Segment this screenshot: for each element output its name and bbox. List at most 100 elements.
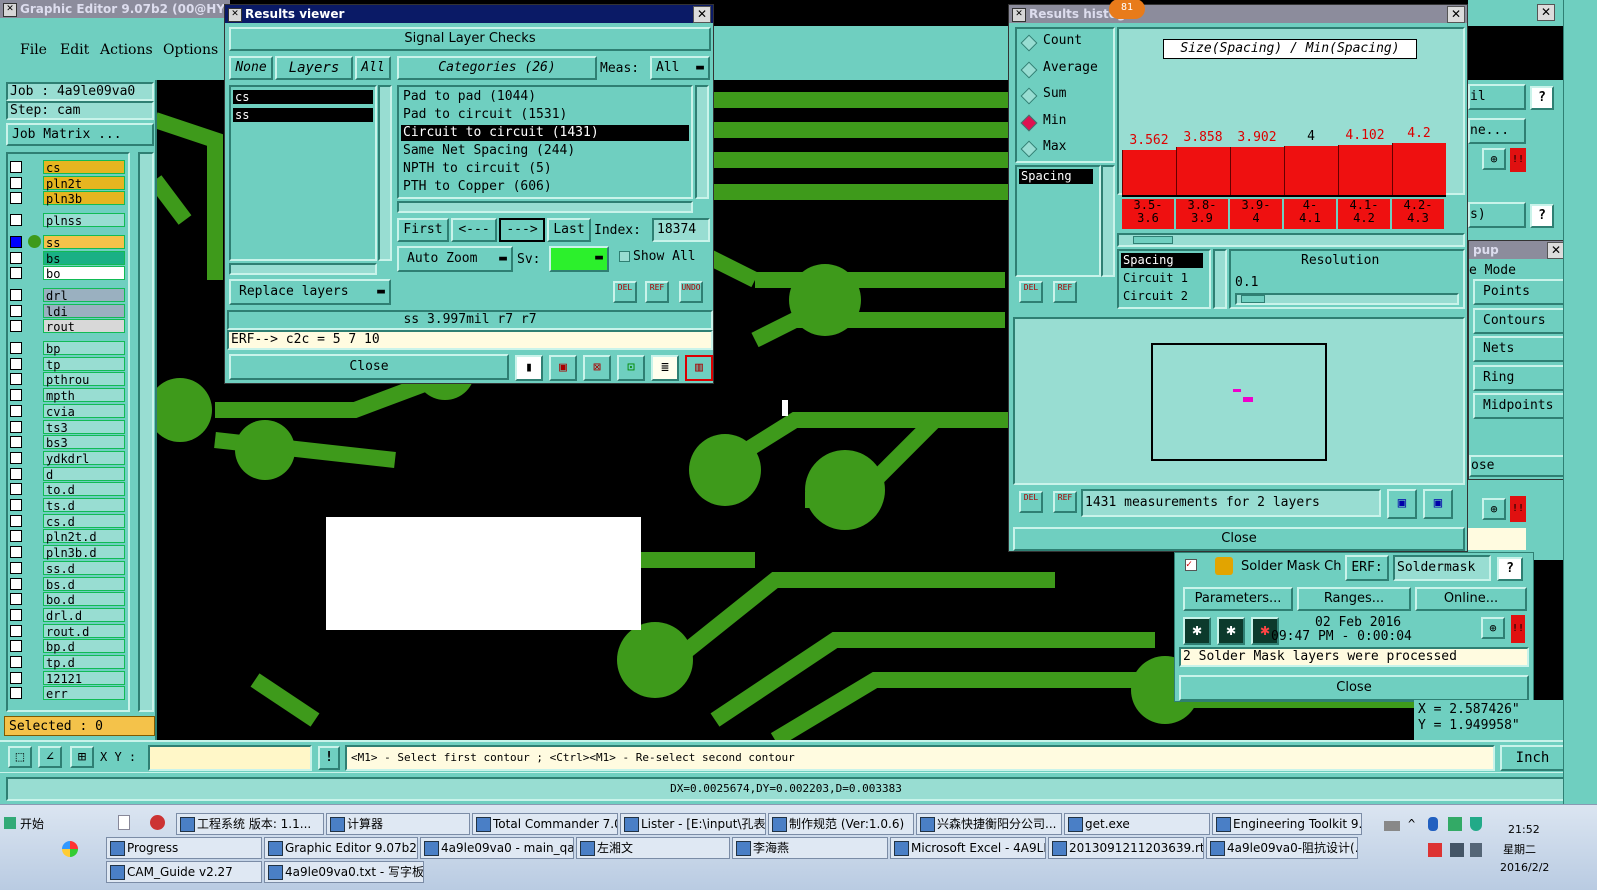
- ref-button[interactable]: REF: [645, 281, 669, 303]
- tray-flag-icon[interactable]: [1428, 843, 1442, 857]
- online-button[interactable]: Online...: [1415, 587, 1527, 611]
- main-window-titlebar[interactable]: ✕ Graphic Editor 9.07b2 (00@HY-HYCA: [0, 0, 230, 18]
- layer-checkbox[interactable]: [10, 420, 22, 433]
- meas-dropdown[interactable]: All ▬: [650, 56, 710, 80]
- histogram-bar[interactable]: [1338, 144, 1392, 195]
- del-button[interactable]: DEL: [613, 281, 637, 303]
- auto-zoom-dropdown[interactable]: Auto Zoom ▬: [397, 246, 513, 272]
- mode-popup-titlebar[interactable]: pup ✕: [1469, 241, 1567, 259]
- layer-checkbox[interactable]: [10, 373, 22, 386]
- grouping-icon[interactable]: ⊡: [617, 355, 645, 381]
- menu-actions[interactable]: Actions: [100, 42, 153, 58]
- layer-name[interactable]: err: [43, 686, 125, 701]
- taskbar-button[interactable]: 李海燕: [732, 837, 888, 859]
- mode-close-button[interactable]: ose: [1469, 455, 1565, 477]
- layer-name[interactable]: cs.d: [43, 513, 125, 529]
- replace-layers-dropdown[interactable]: Replace layers ▬: [229, 279, 391, 305]
- layer-checkbox[interactable]: [10, 288, 22, 301]
- field-list[interactable]: Spacing: [1015, 165, 1101, 277]
- layers-button[interactable]: Layers: [275, 56, 353, 80]
- taskbar-button[interactable]: 制作规范 (Ver:1.0.6): [768, 813, 914, 835]
- taskbar-button[interactable]: 2013091211203639.rtf [...: [1048, 837, 1204, 859]
- layer-checkbox[interactable]: [10, 404, 22, 417]
- results-viewer-titlebar[interactable]: ✕ Results viewer ✕: [225, 5, 713, 23]
- layer-name[interactable]: plnss: [43, 213, 125, 228]
- layer-list-scrollbar[interactable]: [378, 85, 392, 261]
- taskbar-button[interactable]: 工程系统 版本: 1.1...: [176, 813, 324, 835]
- solder-mask-help-button[interactable]: ?: [1497, 557, 1523, 581]
- layer-name[interactable]: tp: [43, 356, 125, 372]
- field-item-spacing[interactable]: Spacing: [1019, 169, 1093, 184]
- layer-checkbox[interactable]: [10, 608, 22, 621]
- layer-checkbox[interactable]: [10, 671, 22, 684]
- layer-item-cs[interactable]: cs: [233, 90, 373, 104]
- layer-checkbox[interactable]: [10, 656, 22, 668]
- layer-name[interactable]: bp: [43, 341, 125, 356]
- job-matrix-button[interactable]: Job Matrix ...: [6, 123, 154, 146]
- layer-checkbox[interactable]: [10, 467, 22, 480]
- tool-grid-icon[interactable]: ⊞: [70, 746, 94, 768]
- taskbar-button[interactable]: Engineering Toolkit 9.0...: [1212, 813, 1362, 835]
- ranges-button[interactable]: Ranges...: [1297, 587, 1411, 611]
- layer-name[interactable]: drl.d: [43, 607, 125, 623]
- slider-thumb[interactable]: [1241, 295, 1265, 303]
- mode-button[interactable]: Points: [1473, 279, 1565, 305]
- layer-checkbox[interactable]: [10, 251, 22, 264]
- zoom-icon-2[interactable]: ⊕: [1482, 498, 1506, 520]
- layer-name[interactable]: bo: [43, 266, 125, 281]
- solder-mask-zoom-icon[interactable]: ⊕: [1481, 617, 1505, 639]
- layer-checkbox[interactable]: [10, 161, 22, 173]
- tray-shield-icon[interactable]: [1470, 817, 1482, 831]
- all-button[interactable]: All: [355, 56, 391, 80]
- layer-name[interactable]: ss: [43, 234, 125, 250]
- layer-name[interactable]: bs3: [43, 435, 125, 450]
- units-button[interactable]: Inch: [1500, 745, 1565, 771]
- layer-items-list[interactable]: cs ss: [229, 85, 377, 261]
- histogram-bar[interactable]: [1284, 145, 1338, 195]
- quicklaunch-doc-icon[interactable]: [118, 815, 130, 830]
- layer-checkbox[interactable]: [10, 640, 22, 653]
- menu-options[interactable]: Options: [163, 42, 218, 58]
- xy-input[interactable]: [148, 745, 312, 771]
- layer-checkbox[interactable]: [10, 436, 22, 449]
- category-item[interactable]: NPTH to circuit (5): [401, 161, 689, 177]
- layer-name[interactable]: 12121: [43, 670, 125, 686]
- scroll-thumb[interactable]: [1133, 236, 1173, 244]
- solder-mask-checkbox[interactable]: ✓: [1185, 559, 1197, 571]
- layer-name[interactable]: to.d: [43, 482, 125, 497]
- tray-bluetooth-icon[interactable]: [1428, 817, 1438, 831]
- layer-checkbox[interactable]: [10, 499, 22, 511]
- taskbar-button[interactable]: 计算器: [326, 813, 470, 835]
- category-item[interactable]: Circuit to circuit (1431): [401, 125, 689, 141]
- layer-name[interactable]: pthrou: [43, 372, 125, 387]
- stat-radio[interactable]: [1020, 140, 1038, 158]
- taskbar-button[interactable]: 4a9le09va0-阻抗设计(...: [1206, 837, 1358, 859]
- categories-scrollbar[interactable]: [695, 85, 709, 199]
- tray-chevron-icon[interactable]: ^: [1408, 817, 1415, 831]
- tool-zoom-icon[interactable]: ⬚: [8, 746, 32, 768]
- help-button-2[interactable]: ?: [1530, 204, 1554, 228]
- layer-name[interactable]: drl: [43, 287, 125, 303]
- layer-checkbox[interactable]: [10, 577, 22, 590]
- layer-checkbox[interactable]: [10, 593, 22, 606]
- histogram-close-button[interactable]: Close: [1013, 527, 1465, 551]
- layer-name[interactable]: ldi: [43, 303, 125, 319]
- erf-value[interactable]: Soldermask: [1393, 555, 1491, 581]
- category-item[interactable]: Pad to circuit (1531): [401, 107, 689, 123]
- sort-item-circuit1[interactable]: Circuit 1: [1121, 271, 1207, 286]
- layer-checkbox[interactable]: [10, 561, 22, 574]
- help-button[interactable]: ?: [1530, 86, 1554, 110]
- sort-list[interactable]: Spacing Circuit 1 Circuit 2: [1117, 249, 1211, 309]
- layer-name[interactable]: bs: [43, 250, 125, 266]
- prev-button[interactable]: <---: [451, 218, 497, 242]
- layer-name[interactable]: pln2t: [43, 175, 125, 191]
- layer-checkbox[interactable]: [10, 320, 22, 333]
- mode-button[interactable]: Ring: [1473, 364, 1565, 391]
- histogram-icon[interactable]: ▥: [685, 355, 713, 381]
- resolution-slider[interactable]: [1235, 293, 1459, 305]
- results-viewer-close-button[interactable]: Close: [229, 354, 509, 380]
- layer-checkbox[interactable]: [10, 687, 22, 700]
- preview-ref-button[interactable]: REF: [1053, 491, 1077, 513]
- layer-checkbox[interactable]: [10, 483, 22, 496]
- sort-item-circuit2[interactable]: Circuit 2: [1121, 289, 1207, 304]
